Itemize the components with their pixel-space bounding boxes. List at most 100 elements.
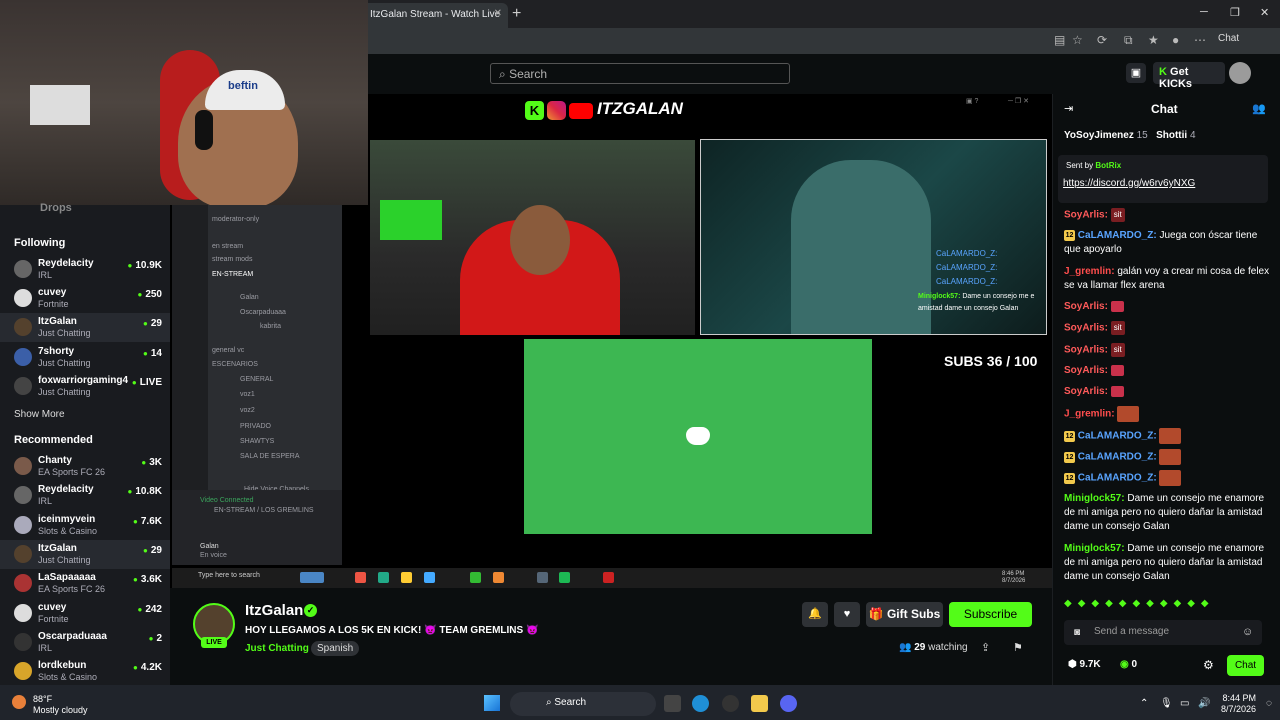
chat-username[interactable]: J_gremlin: bbox=[1064, 409, 1115, 420]
chat-username[interactable]: SoyArlis: bbox=[1064, 345, 1108, 356]
chat-username[interactable]: Miniglock57: bbox=[1064, 493, 1125, 504]
minimize-button[interactable]: ─ bbox=[1200, 6, 1208, 18]
browser-tab[interactable]: ItzGalan Stream - Watch Live ✕ bbox=[362, 3, 508, 28]
chat-message: 12 CaLAMARDO_Z: bbox=[1064, 470, 1270, 486]
sidebar-item-recommended[interactable]: lordkebun Slots & Casino 4.2K bbox=[0, 657, 170, 686]
cap-logo: beftin bbox=[228, 80, 258, 92]
channel-name[interactable]: ItzGalan bbox=[245, 602, 303, 619]
more-icon[interactable]: ⋯ bbox=[1194, 33, 1206, 47]
following-heading: Following bbox=[14, 237, 66, 249]
sidebar-item-recommended[interactable]: Chanty EA Sports FC 26 3K bbox=[0, 452, 170, 481]
heart-icon[interactable]: ♥ bbox=[834, 602, 860, 627]
discord-app-icon[interactable] bbox=[780, 695, 797, 712]
chat-settings-icon[interactable]: ◙ bbox=[1074, 627, 1080, 638]
chat-username[interactable]: SoyArlis: bbox=[1064, 386, 1108, 397]
app-icon[interactable] bbox=[722, 695, 739, 712]
discord-user-status: En voice bbox=[200, 552, 227, 559]
chat-username[interactable]: SoyArlis: bbox=[1064, 323, 1108, 334]
sidebar-item-recommended[interactable]: Reydelacity IRL 10.8K bbox=[0, 481, 170, 510]
chevron-up-icon[interactable]: ⌃ bbox=[1140, 698, 1148, 709]
extensions-icon[interactable]: ⧉ bbox=[1124, 33, 1133, 48]
sidebar-item-recommended[interactable]: Oscarpaduaaa IRL 2 bbox=[0, 628, 170, 657]
viewer-count: 3.6K bbox=[133, 574, 162, 585]
channel-category: Slots & Casino bbox=[38, 672, 98, 682]
sidebar-item-following[interactable]: foxwarriorgaming4 Just Chatting LIVE bbox=[0, 372, 170, 401]
sidebar-item-following[interactable]: Reydelacity IRL 10.9K bbox=[0, 255, 170, 284]
avatar bbox=[14, 260, 32, 278]
taskbar-search[interactable]: ⌕ Search bbox=[510, 692, 656, 716]
sidebar-item-recommended[interactable]: LaSapaaaaa EA Sports FC 26 3.6K bbox=[0, 569, 170, 598]
mic-icon[interactable]: 🎙 bbox=[1160, 698, 1173, 709]
maximize-button[interactable]: ❐ bbox=[1230, 6, 1240, 19]
get-kicks-button[interactable]: K Get KICKs bbox=[1153, 62, 1225, 90]
flag-icon[interactable]: ⚑ bbox=[1013, 641, 1023, 654]
tab-close-icon[interactable]: ✕ bbox=[494, 8, 502, 19]
reader-icon[interactable]: ▤ bbox=[1054, 33, 1065, 47]
taskbar-clock[interactable]: 8:44 PM 8/7/2026 bbox=[1221, 693, 1256, 715]
show-more-link[interactable]: Show More bbox=[14, 409, 65, 420]
chat-username[interactable]: CaLAMARDO_Z: bbox=[1078, 431, 1157, 442]
chat-username[interactable]: CaLAMARDO_Z: bbox=[1078, 452, 1157, 463]
channel-name: ItzGalan bbox=[38, 543, 77, 554]
sidebar-item-following[interactable]: cuvey Fortnite 250 bbox=[0, 284, 170, 313]
pinned-link[interactable]: https://discord.gg/w6rv6yNXG bbox=[1063, 178, 1195, 189]
start-button[interactable] bbox=[484, 695, 500, 711]
chat-message-input[interactable]: Send a message bbox=[1064, 620, 1262, 645]
favorites-icon[interactable]: ★ bbox=[1148, 33, 1159, 47]
close-window-button[interactable]: ✕ bbox=[1260, 6, 1269, 19]
weather-widget[interactable]: 88°F Mostly cloudy bbox=[33, 694, 88, 716]
discord-voice-user: Galan bbox=[240, 294, 259, 301]
chat-username[interactable]: Miniglock57: bbox=[1064, 543, 1125, 554]
sidebar-item-following[interactable]: 7shorty Just Chatting 14 bbox=[0, 343, 170, 372]
favorite-icon[interactable]: ☆ bbox=[1072, 33, 1083, 47]
chat-username[interactable]: CaLAMARDO_Z: bbox=[1078, 473, 1157, 484]
channel-category: Just Chatting bbox=[38, 358, 91, 368]
stream-title: HOY LLEGAMOS A LOS 5K EN KICK! 👿 TEAM GR… bbox=[245, 625, 539, 636]
chat-username[interactable]: J_gremlin: bbox=[1064, 266, 1115, 277]
chat-username[interactable]: CaLAMARDO_Z: bbox=[1078, 230, 1157, 241]
sidebar-item-recommended[interactable]: ItzGalan Just Chatting 29 bbox=[0, 540, 170, 569]
wallet-icon[interactable]: ▣ bbox=[1126, 63, 1146, 83]
subscribe-button[interactable]: Subscribe bbox=[949, 602, 1032, 627]
user-avatar[interactable] bbox=[1229, 62, 1251, 84]
gear-icon[interactable]: ⚙ bbox=[1203, 658, 1214, 672]
network-icon[interactable]: ▭ bbox=[1180, 698, 1189, 709]
task-view-icon[interactable] bbox=[664, 695, 681, 712]
chat-emote bbox=[1159, 449, 1182, 465]
volume-icon[interactable]: 🔊 bbox=[1198, 698, 1210, 709]
profile-icon[interactable]: ● bbox=[1172, 33, 1179, 47]
refresh-icon[interactable]: ⟳ bbox=[1097, 33, 1107, 47]
channel-points[interactable]: ⬢ 9.7K bbox=[1068, 659, 1101, 670]
channel-category: EA Sports FC 26 bbox=[38, 584, 106, 594]
notification-icon[interactable]: ◌ bbox=[1266, 698, 1272, 709]
overlay-chat-name: CaLAMARDO_Z: bbox=[936, 263, 998, 272]
collapse-chat-icon[interactable]: ⇥ bbox=[1064, 102, 1073, 115]
inner-search: Type here to search bbox=[198, 572, 260, 579]
drops-link[interactable]: Drops bbox=[40, 202, 72, 214]
bell-icon[interactable]: 🔔 bbox=[802, 602, 828, 627]
search-input[interactable]: ⌕ Search bbox=[490, 63, 790, 84]
language-tag[interactable]: Spanish bbox=[311, 641, 360, 656]
weather-temp: 88°F bbox=[33, 694, 53, 704]
file-explorer-icon[interactable] bbox=[751, 695, 768, 712]
new-tab-button[interactable]: + bbox=[512, 5, 521, 23]
sidebar-item-recommended[interactable]: iceinmyvein Slots & Casino 7.6K bbox=[0, 511, 170, 540]
stream-category-link[interactable]: Just Chatting bbox=[245, 643, 309, 654]
emote-picker-row[interactable]: ◆◆◆◆◆◆◆◆◆◆◆ bbox=[1064, 598, 1215, 609]
channel-name: cuvey bbox=[38, 287, 67, 298]
sidebar-item-recommended[interactable]: cuvey Fortnite 242 bbox=[0, 599, 170, 628]
chat-username[interactable]: SoyArlis: bbox=[1064, 210, 1108, 221]
gift-subs-button[interactable]: 🎁 Gift Subs bbox=[866, 602, 943, 627]
weather-icon[interactable] bbox=[12, 695, 26, 709]
chat-username[interactable]: SoyArlis: bbox=[1064, 365, 1108, 376]
kicks-balance[interactable]: ◉ 0 bbox=[1120, 659, 1137, 670]
send-chat-button[interactable]: Chat bbox=[1227, 655, 1264, 676]
chat-username[interactable]: SoyArlis: bbox=[1064, 301, 1108, 312]
edge-icon[interactable] bbox=[692, 695, 709, 712]
users-icon[interactable]: 👥 bbox=[1252, 102, 1266, 115]
share-icon[interactable]: ⇪ bbox=[981, 641, 990, 654]
copilot-chat-button[interactable]: Chat bbox=[1218, 33, 1239, 44]
emoji-icon[interactable]: ☺ bbox=[1242, 626, 1253, 638]
sidebar-item-following[interactable]: ItzGalan Just Chatting 29 bbox=[0, 313, 170, 342]
viewer-count: 242 bbox=[137, 604, 162, 615]
